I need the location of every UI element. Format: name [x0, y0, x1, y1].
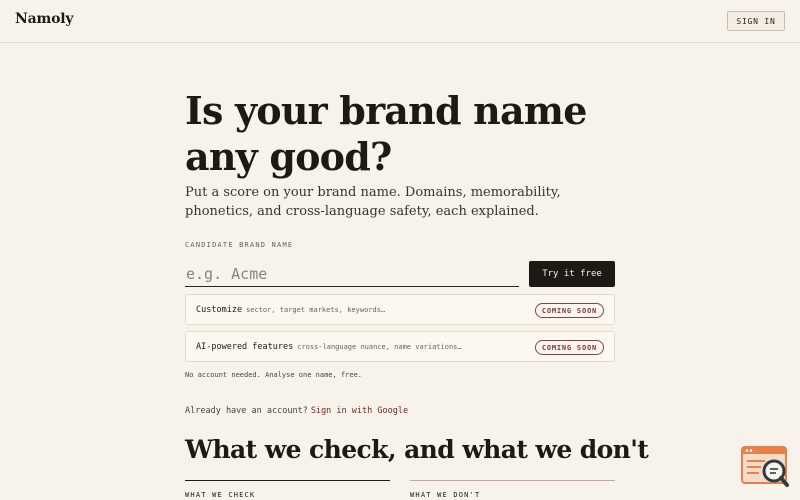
- brand-name-input[interactable]: [185, 261, 519, 287]
- option-title: Customize: [196, 305, 243, 315]
- google-signin-link[interactable]: Sign in with Google: [311, 406, 408, 416]
- no-account-note: No account needed. Analyse one name, fre…: [185, 371, 363, 379]
- chat-search-icon[interactable]: [741, 445, 789, 493]
- column-label: WHAT WE CHECK: [185, 491, 256, 499]
- column-label: WHAT WE DON'T: [410, 491, 481, 499]
- hero-subtitle: Put a score on your brand name. Domains,…: [185, 185, 561, 219]
- logo[interactable]: Namoly: [15, 11, 73, 27]
- option-customize[interactable]: Customize sector, target markets, keyword…: [185, 294, 615, 325]
- brand-name-label: CANDIDATE BRAND NAME: [185, 241, 294, 249]
- coming-soon-badge: COMING SOON: [534, 340, 604, 355]
- signin-prompt-text: Already have an account?: [185, 406, 308, 416]
- option-ai-features[interactable]: AI-powered features cross-language nuance…: [185, 331, 615, 362]
- hero-title: Is your brand name any good?: [185, 88, 587, 179]
- site-header: Namoly SIGN IN: [0, 0, 800, 43]
- option-hint: cross-language nuance, name variations…: [297, 343, 462, 351]
- option-title: AI-powered features: [196, 342, 294, 352]
- option-hint: sector, target markets, keywords…: [246, 306, 386, 314]
- section-title: What we check, and what we don't: [185, 435, 649, 464]
- column-what-we-check: WHAT WE CHECK: [185, 480, 390, 500]
- try-it-free-button[interactable]: Try it free: [529, 261, 615, 287]
- coming-soon-badge: COMING SOON: [534, 303, 604, 318]
- sign-in-button[interactable]: SIGN IN: [727, 11, 785, 31]
- signin-prompt: Already have an account? Sign in with Goo…: [185, 406, 408, 416]
- column-what-we-dont: WHAT WE DON'T: [410, 480, 615, 500]
